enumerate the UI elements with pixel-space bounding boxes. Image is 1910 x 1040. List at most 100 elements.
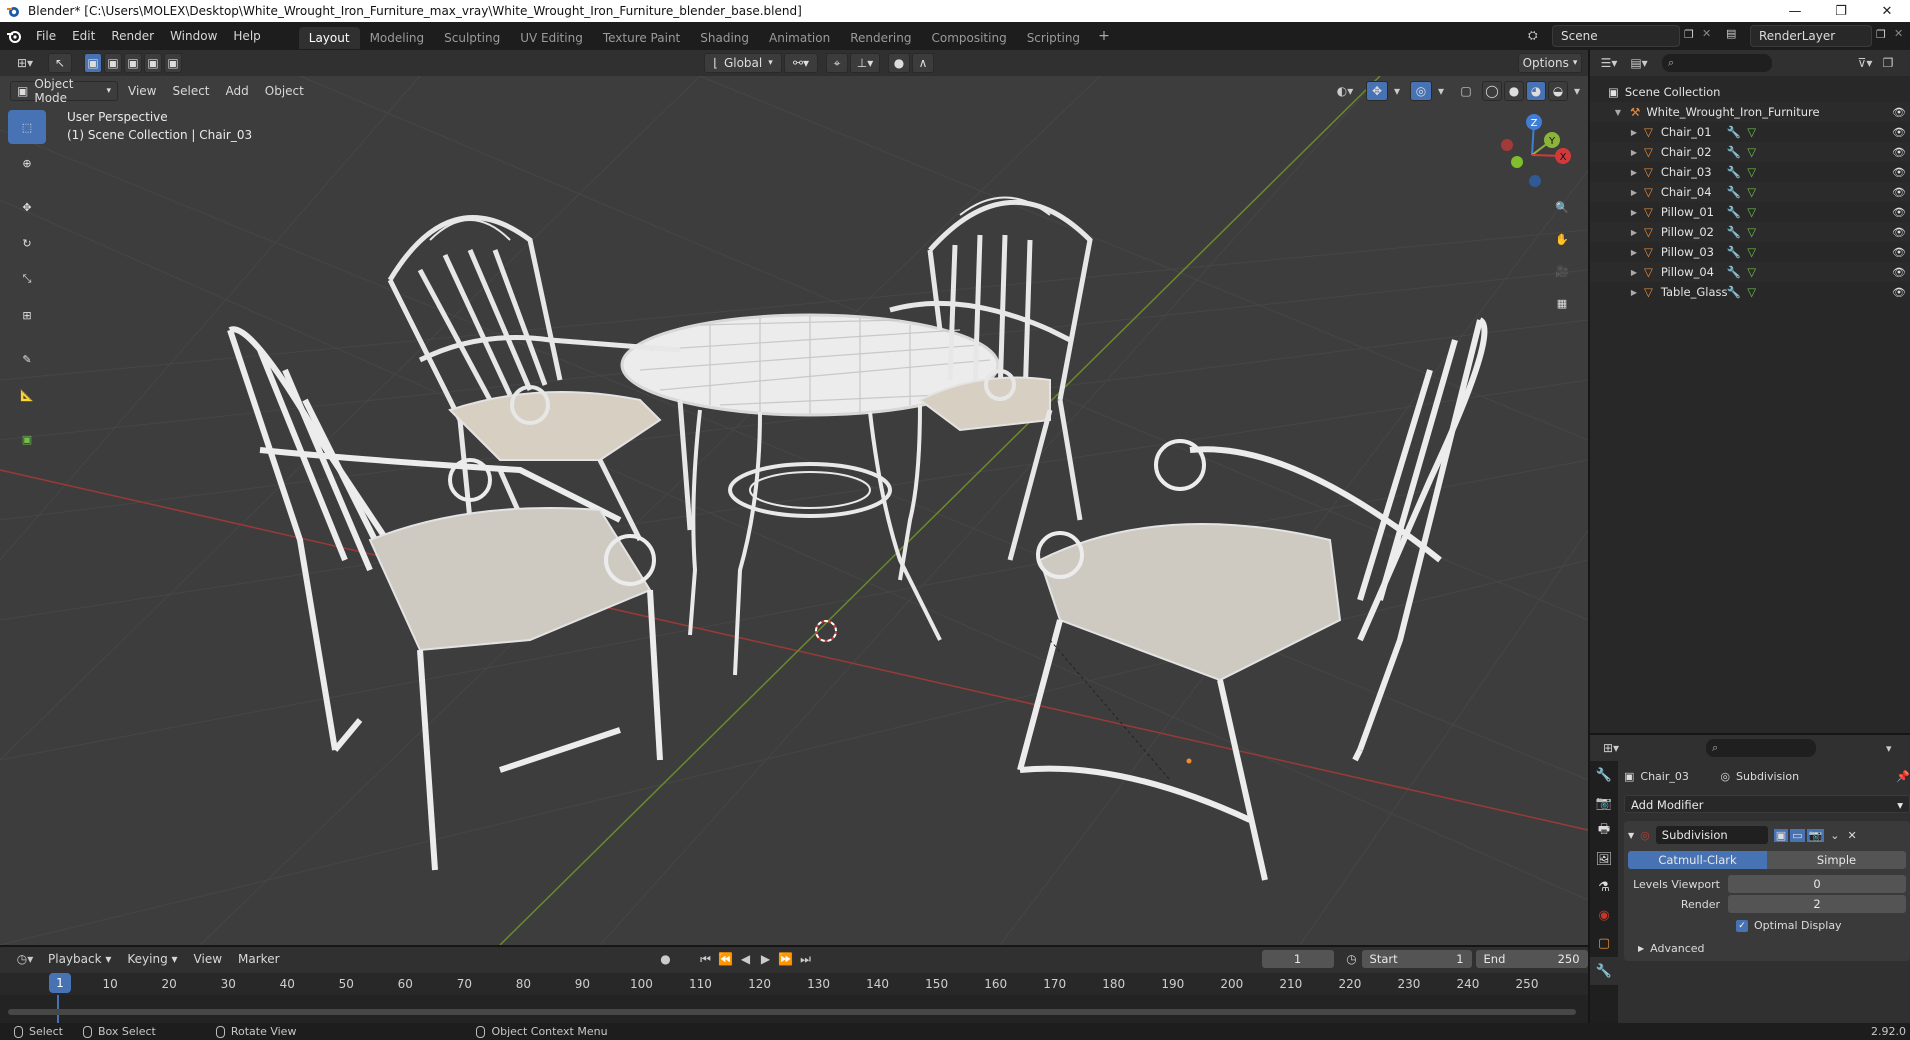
expand-arrow-icon[interactable]: ▶ <box>1628 148 1640 157</box>
collection-row[interactable]: ▼ ⚒ White_Wrought_Iron_Furniture 👁 <box>1590 102 1910 122</box>
preview-range-icon[interactable]: ◷ <box>1342 949 1362 969</box>
add-modifier-dropdown[interactable]: Add Modifier ▾ <box>1624 795 1910 813</box>
render-layer-field[interactable]: RenderLayer <box>1750 25 1872 47</box>
tab-texture-paint[interactable]: Texture Paint <box>593 27 690 49</box>
render-levels-field[interactable]: 2 <box>1728 895 1906 913</box>
editor-type-icon[interactable]: ⊞▾ <box>10 53 40 73</box>
visibility-eye-icon[interactable]: 👁 <box>1892 266 1906 279</box>
wireframe-shading-icon[interactable]: ◯ <box>1482 81 1502 101</box>
tab-modeling[interactable]: Modeling <box>360 27 435 49</box>
zoom-icon[interactable]: 🔍 <box>1545 192 1579 222</box>
next-keyframe-icon[interactable]: ⏩ <box>776 949 796 969</box>
display-mode-icon[interactable]: ▤▾ <box>1624 53 1654 73</box>
menu-view[interactable]: View <box>120 84 164 98</box>
modifier-wrench-icon[interactable]: 🔧 <box>1727 185 1741 199</box>
select-extend-icon[interactable]: ▣ <box>104 53 122 73</box>
menu-window[interactable]: Window <box>162 22 225 50</box>
shading-menu-icon[interactable]: ▾ <box>1570 81 1584 101</box>
output-tab-icon[interactable]: 🖶 <box>1590 817 1618 845</box>
outliner-item-pillow-04[interactable]: ▶ ▽ Pillow_04 🔧 ▽ 👁 <box>1590 262 1910 282</box>
maximize-button[interactable]: ❐ <box>1818 0 1864 22</box>
tab-compositing[interactable]: Compositing <box>921 27 1016 49</box>
proportional-edit-icon[interactable]: ● <box>888 53 910 73</box>
levels-viewport-field[interactable]: 0 <box>1728 875 1906 893</box>
expand-arrow-icon[interactable]: ▶ <box>1628 248 1640 257</box>
expand-arrow-icon[interactable]: ▶ <box>1628 188 1640 197</box>
close-button[interactable]: ✕ <box>1864 0 1910 22</box>
view-layer-tab-icon[interactable]: 🖼 <box>1590 845 1618 873</box>
outliner-item-pillow-02[interactable]: ▶ ▽ Pillow_02 🔧 ▽ 👁 <box>1590 222 1910 242</box>
outliner-item-chair-03[interactable]: ▶ ▽ Chair_03 🔧 ▽ 👁 <box>1590 162 1910 182</box>
visibility-eye-icon[interactable]: 👁 <box>1892 246 1906 259</box>
material-shading-icon[interactable]: ◕ <box>1526 81 1546 101</box>
new-collection-icon[interactable]: ❐ <box>1878 53 1898 73</box>
modifier-wrench-icon[interactable]: 🔧 <box>1727 125 1741 139</box>
scene-tab-icon[interactable]: ⚗ <box>1590 873 1618 901</box>
properties-search-field[interactable]: ⌕ <box>1706 739 1816 757</box>
visibility-eye-icon[interactable]: 👁 <box>1892 166 1906 179</box>
transform-orientation-dropdown[interactable]: ⌊ Global ▾ <box>704 53 782 73</box>
expand-arrow-icon[interactable]: ▶ <box>1628 208 1640 217</box>
3d-viewport[interactable]: Z Y X ▣ Object Mode ▾ View Select Add Ob… <box>0 76 1588 945</box>
expand-arrow-icon[interactable]: ▶ <box>1628 288 1640 297</box>
rotate-tool-icon[interactable]: ↻ <box>8 226 46 260</box>
move-tool-icon[interactable]: ✥ <box>8 190 46 224</box>
tab-uv-editing[interactable]: UV Editing <box>510 27 593 49</box>
tool-tab-icon[interactable]: 🔧 <box>1590 761 1618 789</box>
snap-target-icon[interactable]: ⊥▾ <box>850 53 880 73</box>
timeline-ruler[interactable]: 10 20 30 40 50 60 70 80 90 100 110 120 130 140 150 160 1… <box>0 973 1588 995</box>
filter-icon[interactable]: ⊽▾ <box>1852 53 1878 73</box>
modifier-name-field[interactable]: Subdivision <box>1655 826 1768 844</box>
new-render-layer-icon[interactable]: ❐ <box>1876 28 1886 41</box>
current-frame-field[interactable]: 1 <box>1261 950 1334 968</box>
menu-add[interactable]: Add <box>218 84 257 98</box>
visibility-eye-icon[interactable]: 👁 <box>1892 146 1906 159</box>
transform-tool-icon[interactable]: ⊞ <box>8 298 46 332</box>
cursor-tool-icon[interactable]: ⊕ <box>8 146 46 180</box>
select-invert-icon[interactable]: ▣ <box>144 53 162 73</box>
perspective-toggle-icon[interactable]: ▦ <box>1545 288 1579 318</box>
solid-shading-icon[interactable]: ● <box>1504 81 1524 101</box>
chevron-down-icon[interactable]: ⌄ <box>1830 829 1839 842</box>
mode-dropdown[interactable]: ▣ Object Mode ▾ <box>10 77 118 105</box>
delete-scene-icon[interactable]: ✕ <box>1702 27 1711 40</box>
proportional-falloff-icon[interactable]: ∧ <box>912 53 934 73</box>
render-layer-icon[interactable]: ▤ <box>1726 27 1736 40</box>
mesh-data-icon[interactable]: ▽ <box>1747 265 1756 279</box>
menu-select[interactable]: Select <box>164 84 217 98</box>
object-tab-icon[interactable]: ▢ <box>1590 929 1618 957</box>
outliner-search-field[interactable]: ⌕ <box>1662 54 1772 72</box>
xray-toggle-icon[interactable]: ▢ <box>1456 81 1476 101</box>
menu-marker[interactable]: Marker <box>230 952 287 966</box>
overlay-menu-icon[interactable]: ▾ <box>1434 81 1448 101</box>
modifier-tab-icon[interactable]: 🔧 <box>1590 957 1618 985</box>
gizmo-toggle-icon[interactable]: ✥ <box>1366 81 1388 101</box>
timeline-body[interactable] <box>0 995 1588 1025</box>
pin-icon[interactable]: 📌 <box>1896 770 1910 783</box>
auto-keying-icon[interactable]: ● <box>656 949 676 969</box>
current-frame-indicator[interactable]: 1 <box>49 973 71 993</box>
expand-arrow-icon[interactable]: ▶ <box>1628 128 1640 137</box>
mesh-data-icon[interactable]: ▽ <box>1747 205 1756 219</box>
pan-hand-icon[interactable]: ✋ <box>1545 224 1579 254</box>
visibility-eye-icon[interactable]: 👁 <box>1892 226 1906 239</box>
timeline-editor-type-icon[interactable]: ◷▾ <box>10 949 40 969</box>
select-tool-icon[interactable]: ↖ <box>48 53 72 73</box>
gizmo-menu-icon[interactable]: ▾ <box>1390 81 1404 101</box>
visibility-eye-icon[interactable]: 👁 <box>1892 206 1906 219</box>
outliner-item-chair-02[interactable]: ▶ ▽ Chair_02 🔧 ▽ 👁 <box>1590 142 1910 162</box>
expand-arrow-icon[interactable]: ▶ <box>1628 228 1640 237</box>
visibility-icon[interactable]: ◐▾ <box>1330 81 1360 101</box>
remove-modifier-icon[interactable]: ✕ <box>1848 829 1857 842</box>
mesh-data-icon[interactable]: ▽ <box>1747 225 1756 239</box>
new-scene-icon[interactable]: ❐ <box>1684 28 1694 41</box>
menu-playback[interactable]: Playback ▾ <box>40 952 119 966</box>
add-cube-tool-icon[interactable]: ▣ <box>8 422 46 456</box>
tab-shading[interactable]: Shading <box>690 27 759 49</box>
tab-sculpting[interactable]: Sculpting <box>434 27 510 49</box>
snap-toggle-icon[interactable]: ⌖ <box>826 53 848 73</box>
tab-layout[interactable]: Layout <box>298 26 360 49</box>
mesh-data-icon[interactable]: ▽ <box>1747 185 1756 199</box>
visibility-eye-icon[interactable]: 👁 <box>1892 186 1906 199</box>
tab-rendering[interactable]: Rendering <box>840 27 921 49</box>
